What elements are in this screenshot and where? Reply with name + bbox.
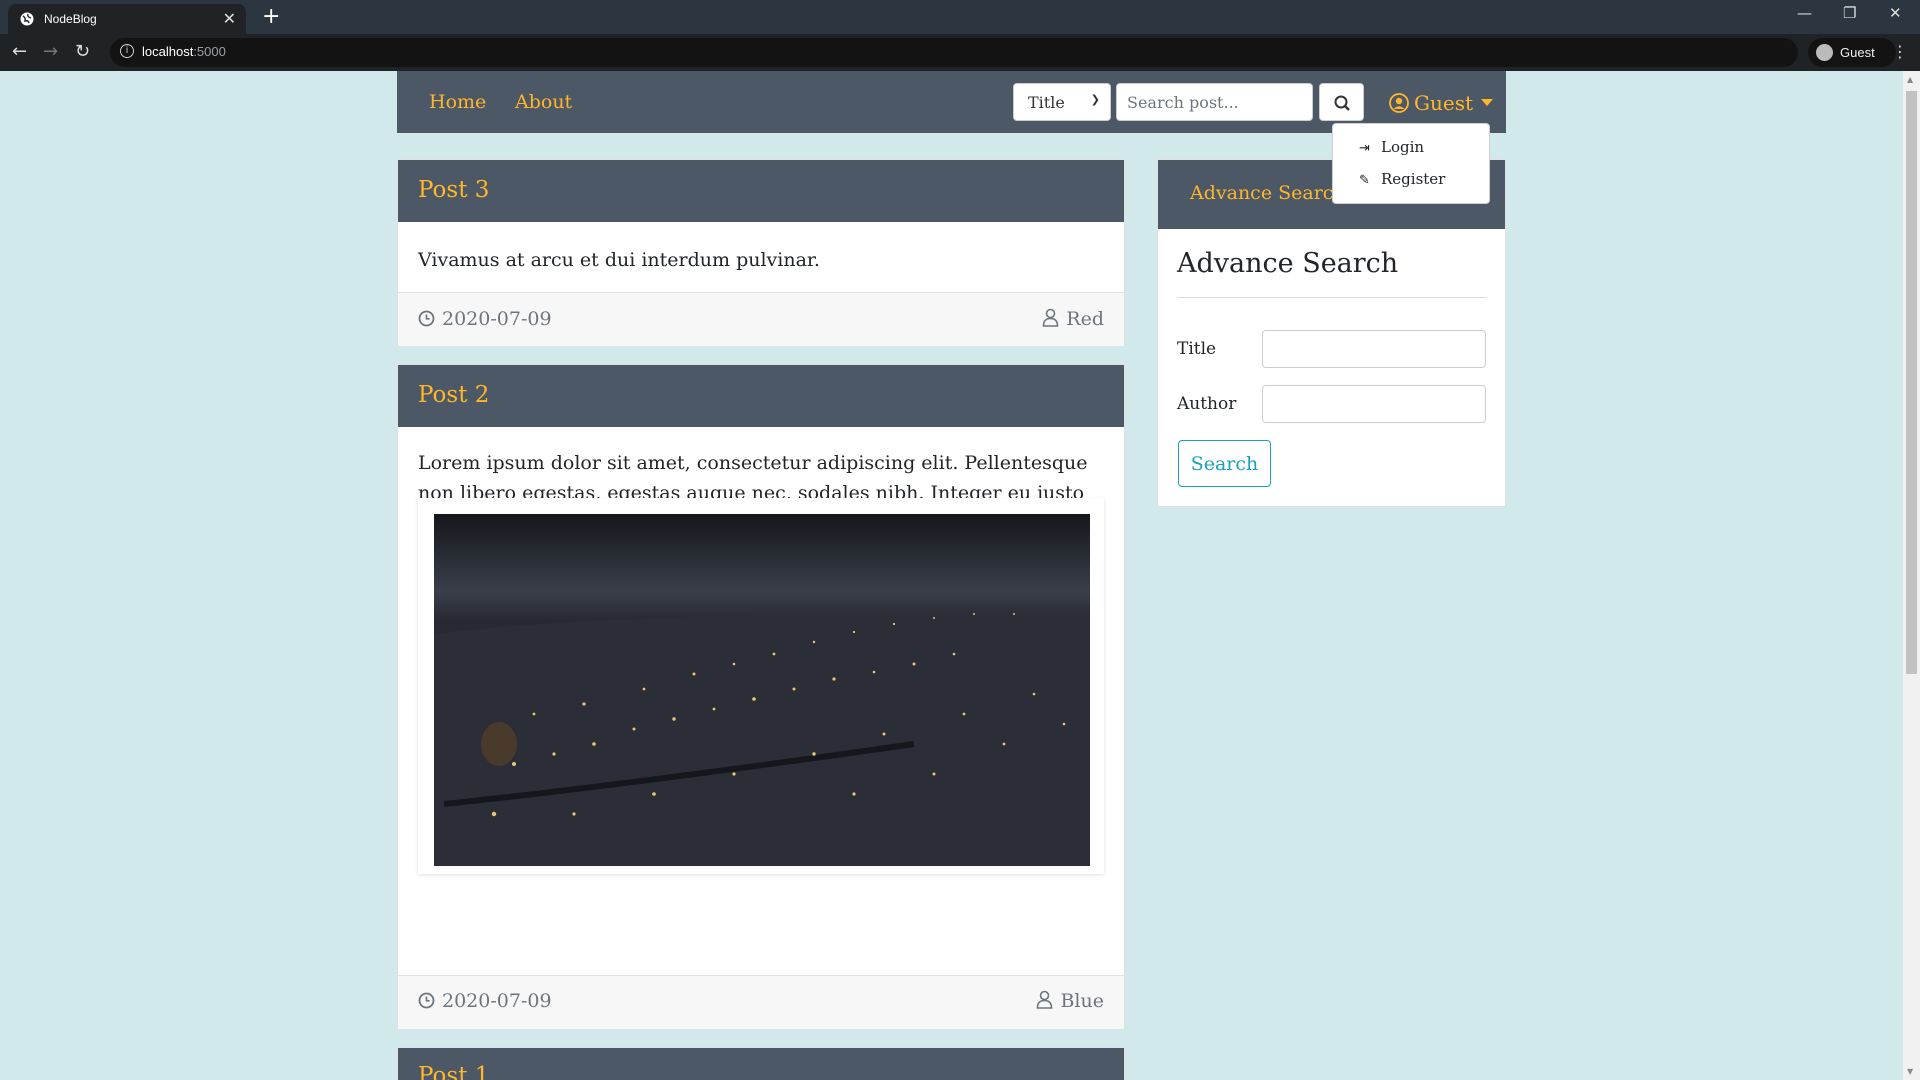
post-date: 2020-07-09 — [418, 990, 552, 1012]
chevron-down-icon: ❯ — [1090, 93, 1100, 106]
search-button[interactable] — [1319, 83, 1364, 121]
scroll-down-icon[interactable]: ▼ — [1907, 1067, 1913, 1076]
post-card: Post 2 Lorem ipsum dolor sit amet, conse… — [397, 364, 1125, 1029]
address-bar[interactable]: i localhost:5000 — [110, 38, 1798, 67]
post-header: Post 1 — [398, 1048, 1124, 1080]
post-header: Post 3 — [398, 160, 1124, 222]
reload-icon[interactable]: ↻ — [75, 41, 90, 62]
search-icon — [1334, 95, 1350, 111]
post-card: Post 3 Vivamus at arcu et dui interdum p… — [397, 159, 1125, 346]
search-filter-select[interactable]: Title ❯ — [1013, 83, 1111, 121]
user-icon — [1037, 990, 1053, 1009]
user-icon — [1042, 308, 1059, 327]
forward-icon[interactable]: → — [43, 41, 58, 62]
advance-search-heading: Advance Search — [1177, 248, 1399, 279]
profile-button[interactable]: Guest — [1808, 38, 1896, 67]
url-text: localhost:5000 — [142, 44, 226, 59]
post-author: Red — [1042, 308, 1104, 330]
user-menu-toggle[interactable]: Guest — [1389, 91, 1493, 115]
minimize-icon[interactable]: — — [1797, 4, 1812, 22]
clock-icon — [418, 310, 435, 327]
browser-menu-icon[interactable]: ⋮ — [1892, 42, 1908, 61]
tab-title: NodeBlog — [44, 12, 97, 26]
globe-icon — [20, 12, 34, 26]
window-close-icon[interactable]: ✕ — [1889, 4, 1902, 22]
user-menu-label: Guest — [1414, 91, 1473, 115]
post-image — [434, 514, 1090, 866]
nav-link-about[interactable]: About — [515, 91, 572, 113]
close-tab-icon[interactable]: ✕ — [223, 9, 236, 29]
scroll-up-icon[interactable]: ▲ — [1907, 75, 1913, 84]
restore-icon[interactable]: ❐ — [1843, 4, 1856, 22]
site-info-icon[interactable]: i — [120, 44, 134, 58]
browser-toolbar: ← → ↻ i localhost:5000 Guest ⋮ — [0, 34, 1920, 71]
edit-icon: ✎ — [1359, 173, 1370, 188]
post-header: Post 2 — [398, 365, 1124, 427]
author-field[interactable] — [1262, 385, 1486, 423]
sign-in-icon: ⇥ — [1359, 141, 1370, 156]
advance-search-header-title: Advance Search — [1190, 182, 1346, 204]
page-scrollbar[interactable]: ▲ ▼ — [1903, 71, 1920, 1080]
clock-icon — [418, 992, 435, 1009]
post-footer: 2020-07-09 Red — [398, 292, 1124, 346]
author-label: Author — [1177, 394, 1237, 414]
user-dropdown-menu: ⇥ Login ✎ Register — [1332, 123, 1490, 204]
avatar-icon — [1816, 44, 1833, 61]
profile-label: Guest — [1840, 45, 1875, 60]
post-body: Vivamus at arcu et dui interdum pulvinar… — [418, 249, 820, 271]
browser-tab-strip: NodeBlog ✕ + — ❐ ✕ — [0, 0, 1920, 34]
caret-down-icon — [1481, 99, 1493, 106]
dropdown-item-login[interactable]: ⇥ Login — [1359, 138, 1424, 156]
dropdown-item-register[interactable]: ✎ Register — [1359, 170, 1445, 188]
title-label: Title — [1177, 339, 1217, 359]
new-tab-button[interactable]: + — [262, 4, 280, 29]
search-input[interactable] — [1116, 83, 1313, 121]
user-circle-icon — [1389, 93, 1409, 113]
post-date: 2020-07-09 — [418, 308, 552, 330]
post-title[interactable]: Post 2 — [418, 382, 489, 408]
post-image-frame — [418, 498, 1104, 874]
scrollbar-thumb[interactable] — [1906, 91, 1917, 674]
nav-link-home[interactable]: Home — [429, 91, 486, 113]
post-author: Blue — [1036, 990, 1104, 1012]
advance-search-card: Advance Search Advance Search Title Auth… — [1157, 159, 1506, 507]
post-title[interactable]: Post 1 — [418, 1063, 489, 1080]
post-footer: 2020-07-09 Blue — [398, 975, 1124, 1029]
title-field[interactable] — [1262, 330, 1486, 368]
browser-tab[interactable]: NodeBlog ✕ — [8, 4, 246, 34]
divider — [1177, 297, 1487, 298]
post-card: Post 1 — [397, 1047, 1125, 1080]
post-title[interactable]: Post 3 — [418, 177, 489, 203]
advance-search-button[interactable]: Search — [1178, 440, 1271, 487]
filter-selected-value: Title — [1028, 93, 1065, 112]
back-icon[interactable]: ← — [12, 41, 27, 62]
